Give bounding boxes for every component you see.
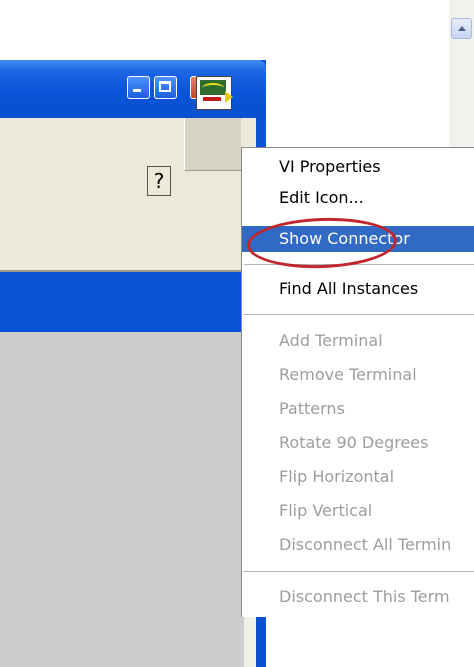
menu-item-flip-vertical: Flip Vertical — [279, 501, 373, 520]
maximize-button[interactable] — [154, 76, 177, 99]
menu-item-patterns: Patterns — [279, 399, 345, 418]
menu-item-flip-horizontal: Flip Horizontal — [279, 467, 395, 486]
toolbar — [0, 118, 256, 272]
menu-item-add-terminal: Add Terminal — [279, 331, 383, 350]
block-diagram-canvas[interactable] — [0, 332, 256, 667]
menu-item-rotate-90: Rotate 90 Degrees — [279, 433, 429, 452]
vi-connector-icon[interactable] — [196, 76, 233, 110]
menu-item-remove-terminal: Remove Terminal — [279, 365, 417, 384]
menu-item-disconnect-all: Disconnect All Termin — [279, 535, 452, 554]
maximize-icon — [159, 81, 171, 92]
menu-item-edit-icon[interactable]: Edit Icon... — [242, 185, 474, 211]
help-button[interactable]: ? — [147, 166, 171, 196]
context-menu: VI Properties Edit Icon... Show Connecto… — [241, 147, 474, 617]
labview-window: ✕ — [0, 60, 266, 667]
menu-separator — [244, 571, 474, 572]
minimize-icon — [133, 89, 141, 92]
minimize-button[interactable] — [127, 76, 150, 99]
connector-pane[interactable] — [184, 118, 241, 171]
menu-item-disconnect-this: Disconnect This Term — [279, 587, 450, 606]
toolbar-divider — [0, 270, 256, 272]
scroll-up-arrow-icon[interactable] — [451, 18, 472, 39]
menu-item-find-all-instances[interactable]: Find All Instances — [242, 276, 474, 302]
menu-item-vi-properties[interactable]: VI Properties — [242, 154, 474, 180]
menu-separator — [244, 314, 474, 315]
